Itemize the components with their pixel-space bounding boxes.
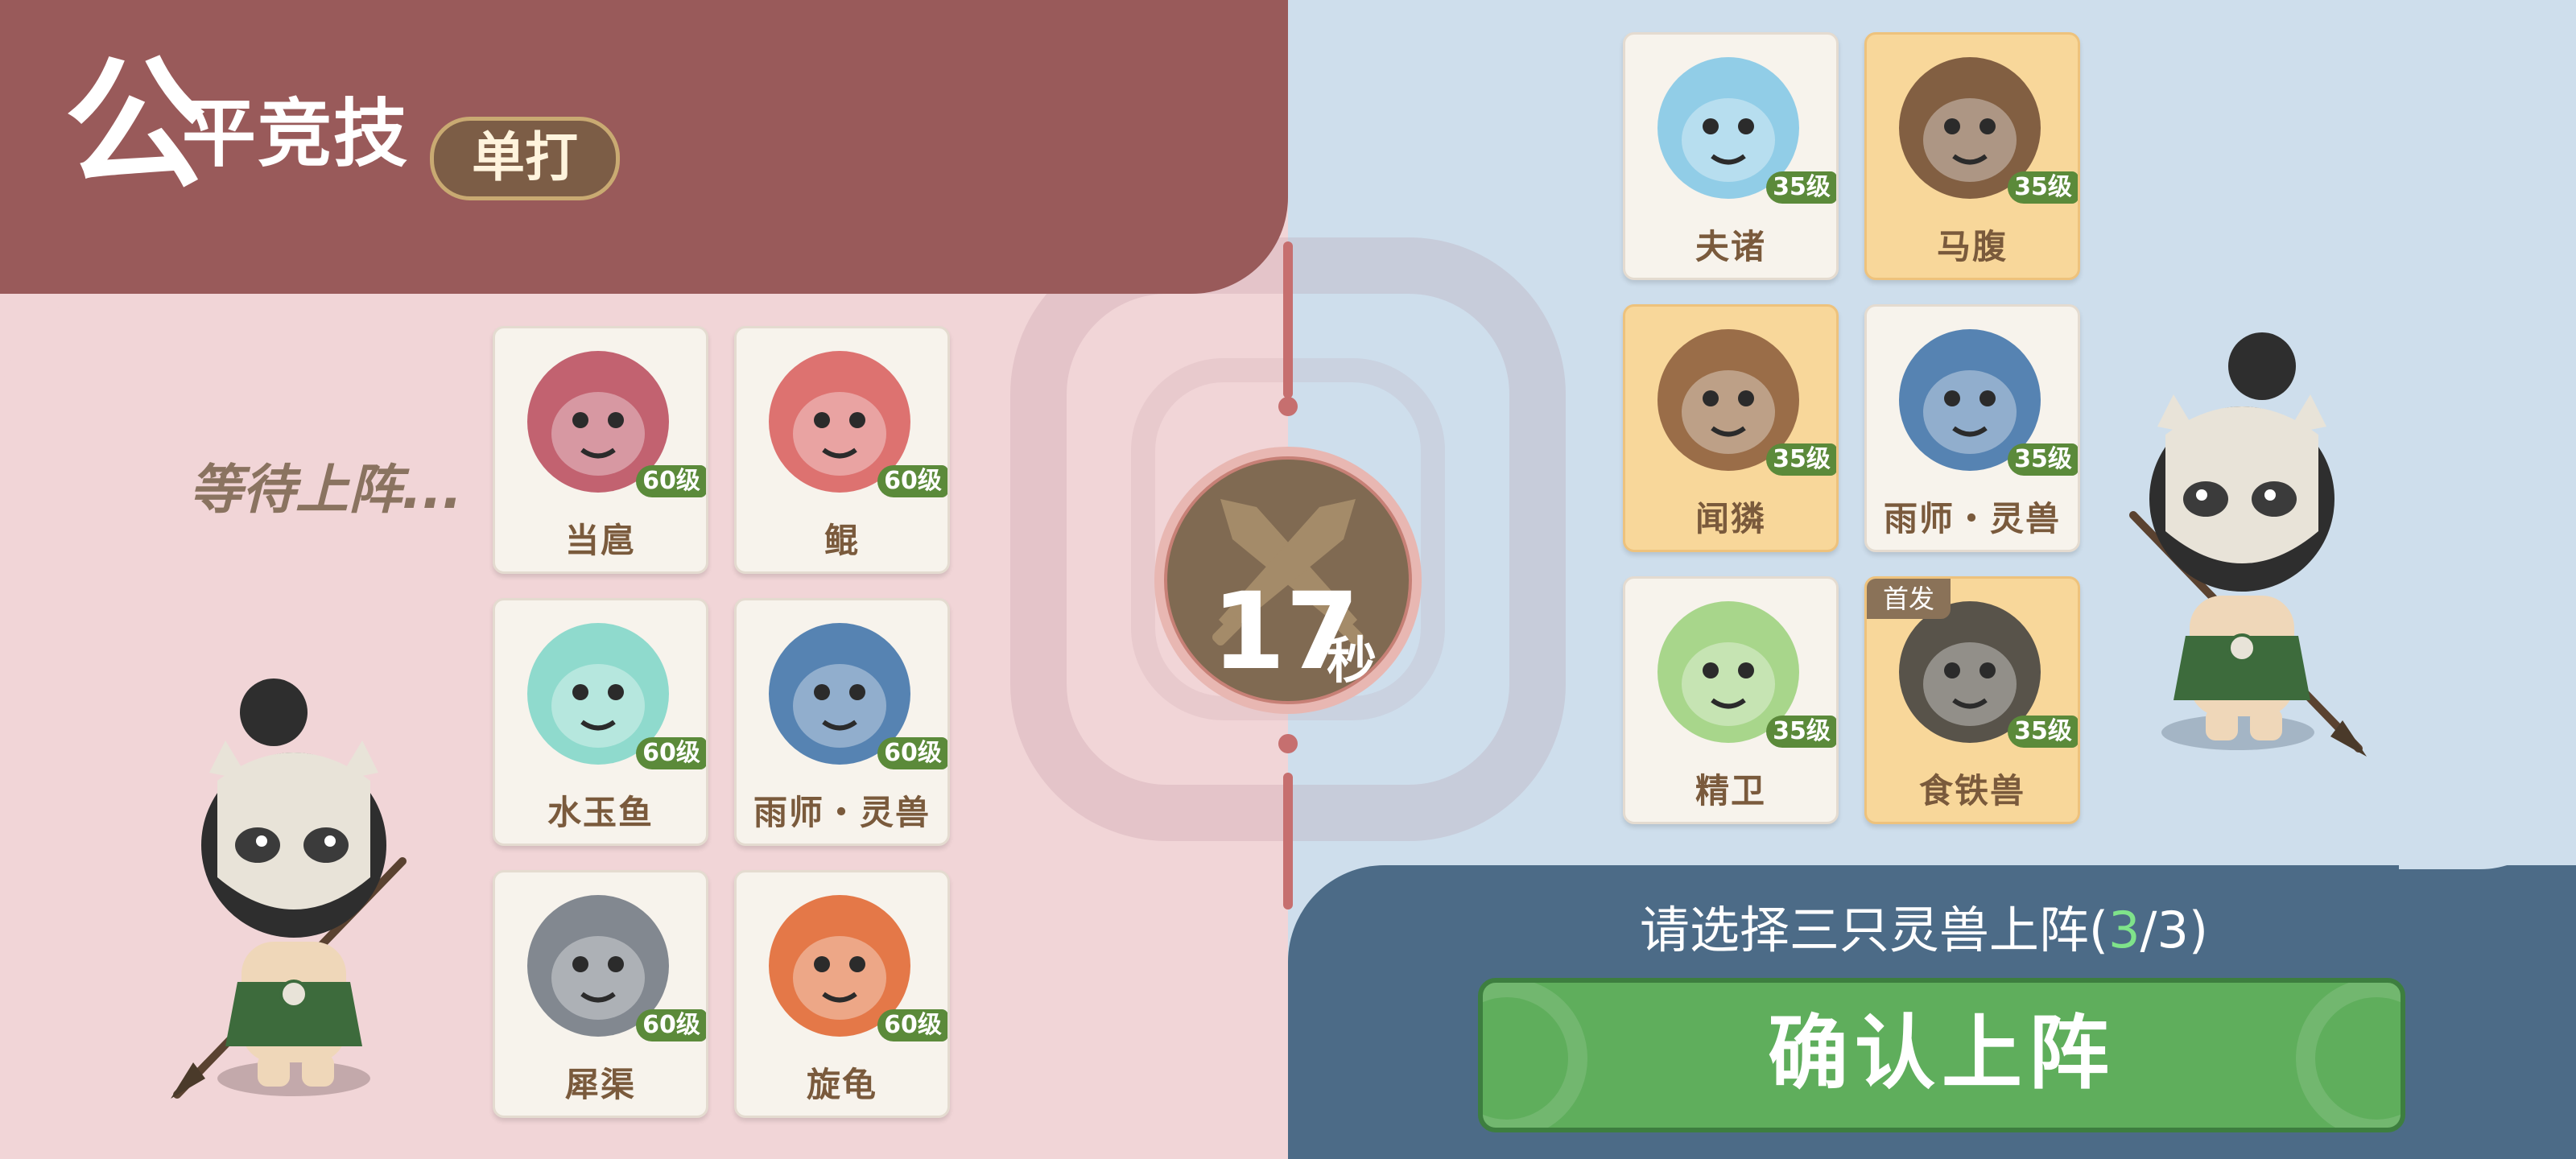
opponent-pet-card: 60级雨师・灵兽 (734, 598, 950, 846)
player-pet-card[interactable]: 35级 闻獜 (1623, 304, 1839, 552)
pet-name: 食铁兽 (1918, 771, 2025, 810)
mode-badge: 单打 (430, 117, 620, 200)
pet-name: 鲲 (824, 521, 860, 560)
opponent-pet-card: 60级 犀渠 (493, 870, 708, 1118)
level-badge: 35级 (1766, 443, 1836, 476)
footer-fill (1288, 962, 1449, 1159)
pet-name: 马腹 (1936, 227, 2008, 266)
level-badge: 60级 (877, 1009, 947, 1041)
pet-name: 水玉鱼 (547, 793, 654, 832)
opponent-pet-card: 60级水玉鱼 (493, 598, 708, 846)
player-pet-card[interactable]: 35级 马腹 (1864, 32, 2080, 280)
player-character (2129, 332, 2367, 757)
selected-count: 3 (2108, 901, 2140, 959)
pet-name: 雨师・灵兽 (753, 793, 931, 832)
level-badge: 35级 (2008, 171, 2078, 204)
prompt-separator: / (2140, 901, 2157, 959)
divider-dot (1278, 397, 1298, 416)
pet-name: 精卫 (1695, 771, 1766, 810)
pet-name: 犀渠 (564, 1065, 636, 1104)
pet-name: 雨师・灵兽 (1883, 499, 2061, 538)
player-pet-card[interactable]: 35级 夫诸 (1623, 32, 1839, 280)
pet-name: 当扈 (564, 521, 636, 560)
opponent-status: 等待上阵... (189, 459, 463, 521)
level-badge: 35级 (2008, 716, 2078, 748)
timer-unit: 秒 (1327, 631, 1377, 690)
divider-dot (1278, 734, 1298, 753)
level-badge: 35级 (2008, 443, 2078, 476)
opponent-character (171, 678, 407, 1099)
confirm-lineup-button[interactable]: 确认上阵 (1478, 978, 2405, 1132)
divider-line (1283, 241, 1293, 398)
level-badge: 60级 (636, 1009, 706, 1041)
pet-name: 闻獜 (1695, 499, 1766, 538)
opponent-pet-card: 60级鲲 (734, 326, 950, 574)
divider-line (1283, 773, 1293, 909)
opponent-pet-card: 60级 旋龟 (734, 870, 950, 1118)
player-pet-card[interactable]: 35级 精卫 (1623, 576, 1839, 824)
player-pet-card[interactable]: 35级雨师・灵兽 (1864, 304, 2080, 552)
level-badge: 60级 (636, 737, 706, 769)
confirm-label: 确认上阵 (1768, 1006, 2116, 1100)
page-title: 平竞技 (182, 91, 410, 177)
level-badge: 60级 (877, 737, 947, 769)
pet-name: 夫诸 (1695, 227, 1766, 266)
button-decoration (2296, 983, 2401, 1128)
lead-tag: 首发 (1867, 579, 1951, 619)
prompt-prefix: 请选择三只灵兽上阵( (1639, 901, 2109, 959)
opponent-pet-card: 60级 当扈 (493, 326, 708, 574)
pet-name: 旋龟 (806, 1065, 877, 1104)
level-badge: 35级 (1766, 171, 1836, 204)
prompt-suffix: ) (2188, 901, 2209, 959)
selection-prompt: 请选择三只灵兽上阵(3/3) (1602, 889, 2246, 962)
level-badge: 35级 (1766, 716, 1836, 748)
level-badge: 60级 (636, 465, 706, 497)
player-pet-card[interactable]: 35级食铁兽 首发 (1864, 576, 2080, 824)
total-count: 3 (2157, 901, 2189, 959)
button-decoration (1483, 983, 1587, 1128)
level-badge: 60级 (877, 465, 947, 497)
